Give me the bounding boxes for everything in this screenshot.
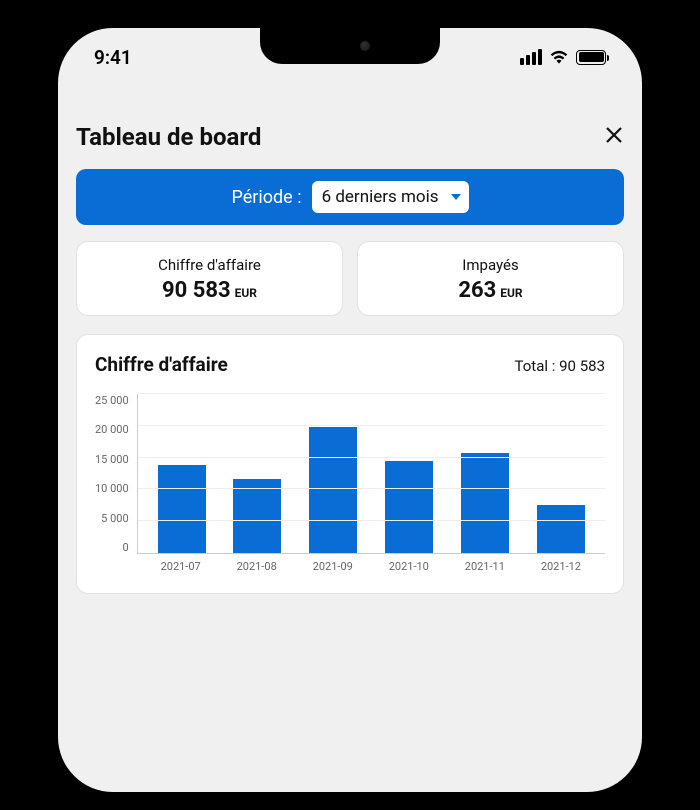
close-button[interactable]: [604, 124, 624, 150]
gridline: [138, 393, 605, 394]
period-bar: Période : 6 derniers mois: [76, 169, 624, 225]
gridline: [138, 425, 605, 426]
kpi-unit: EUR: [235, 286, 257, 300]
chart-card: Chiffre d'affaire Total : 90 583 25 0002…: [76, 334, 624, 594]
kpi-value: 263: [458, 278, 496, 303]
chart-plot-area: [137, 394, 605, 554]
period-label: Période :: [232, 187, 302, 208]
chart-bar[interactable]: [233, 479, 281, 553]
kpi-value: 90 583: [162, 278, 231, 303]
status-time: 9:41: [94, 46, 132, 69]
period-select[interactable]: 6 derniers mois: [312, 181, 469, 213]
chart-x-axis: 2021-07 2021-08 2021-09 2021-10 2021-11 2021-…: [137, 560, 605, 573]
y-tick-label: 10 000: [95, 482, 129, 495]
kpi-label: Impayés: [368, 256, 613, 274]
chart-body: 25 00020 00015 00010 0005 0000 2021-0720…: [95, 394, 605, 579]
period-selected-value: 6 derniers mois: [322, 187, 439, 207]
y-tick-label: 20 000: [95, 423, 129, 436]
chart-header: Chiffre d'affaire Total : 90 583: [95, 353, 605, 376]
status-right: [520, 49, 606, 65]
phone-frame: 9:41 Tableau de board: [40, 10, 660, 810]
y-tick-label: 5 000: [101, 512, 128, 525]
wifi-icon: [549, 49, 569, 65]
phone-screen: 9:41 Tableau de board: [58, 28, 642, 792]
x-tick-label: 2021-08: [233, 560, 281, 573]
volume-up-button: [30, 250, 36, 320]
volume-mute-button: [30, 180, 36, 220]
content: Tableau de board Période : 6 derniers mo…: [58, 123, 642, 594]
y-tick-label: 15 000: [95, 453, 129, 466]
gridline: [138, 520, 605, 521]
chart-bar[interactable]: [158, 465, 206, 553]
kpi-label: Chiffre d'affaire: [87, 256, 332, 274]
page-title: Tableau de board: [76, 123, 261, 151]
chart-bar[interactable]: [309, 427, 357, 553]
kpi-card-revenue[interactable]: Chiffre d'affaire 90 583 EUR: [76, 241, 343, 316]
camera-icon: [360, 41, 370, 51]
chart-total: Total : 90 583: [515, 357, 605, 375]
kpi-card-unpaid[interactable]: Impayés 263 EUR: [357, 241, 624, 316]
notch: [260, 28, 440, 64]
kpi-unit: EUR: [500, 286, 522, 300]
chevron-down-icon: [451, 194, 461, 200]
x-tick-label: 2021-10: [385, 560, 433, 573]
y-tick-label: 0: [122, 541, 128, 554]
chart-title: Chiffre d'affaire: [95, 353, 228, 376]
chart-total-value: 90 583: [559, 357, 605, 375]
chart-bar[interactable]: [537, 505, 585, 553]
x-tick-label: 2021-09: [309, 560, 357, 573]
chart-bars: [138, 394, 605, 553]
y-tick-label: 25 000: [95, 394, 129, 407]
close-icon: [604, 125, 624, 145]
header-row: Tableau de board: [76, 123, 624, 151]
x-tick-label: 2021-11: [461, 560, 509, 573]
chart-total-label: Total :: [515, 357, 556, 375]
chart-y-axis: 25 000 20 000 15 000 10 000 5 000 0: [95, 394, 137, 554]
kpi-row: Chiffre d'affaire 90 583 EUR Impayés 263…: [76, 241, 624, 316]
battery-icon: [576, 50, 606, 65]
chart-plot-wrap: 2021-07 2021-08 2021-09 2021-10 2021-11 2021-…: [137, 394, 605, 579]
x-tick-label: 2021-12: [537, 560, 585, 573]
chart-bar[interactable]: [385, 461, 433, 553]
cellular-signal-icon: [520, 49, 542, 65]
power-button: [664, 260, 670, 370]
gridline: [138, 457, 605, 458]
chart-bar[interactable]: [461, 453, 509, 553]
gridline: [138, 488, 605, 489]
x-tick-label: 2021-07: [157, 560, 205, 573]
volume-down-button: [30, 340, 36, 410]
